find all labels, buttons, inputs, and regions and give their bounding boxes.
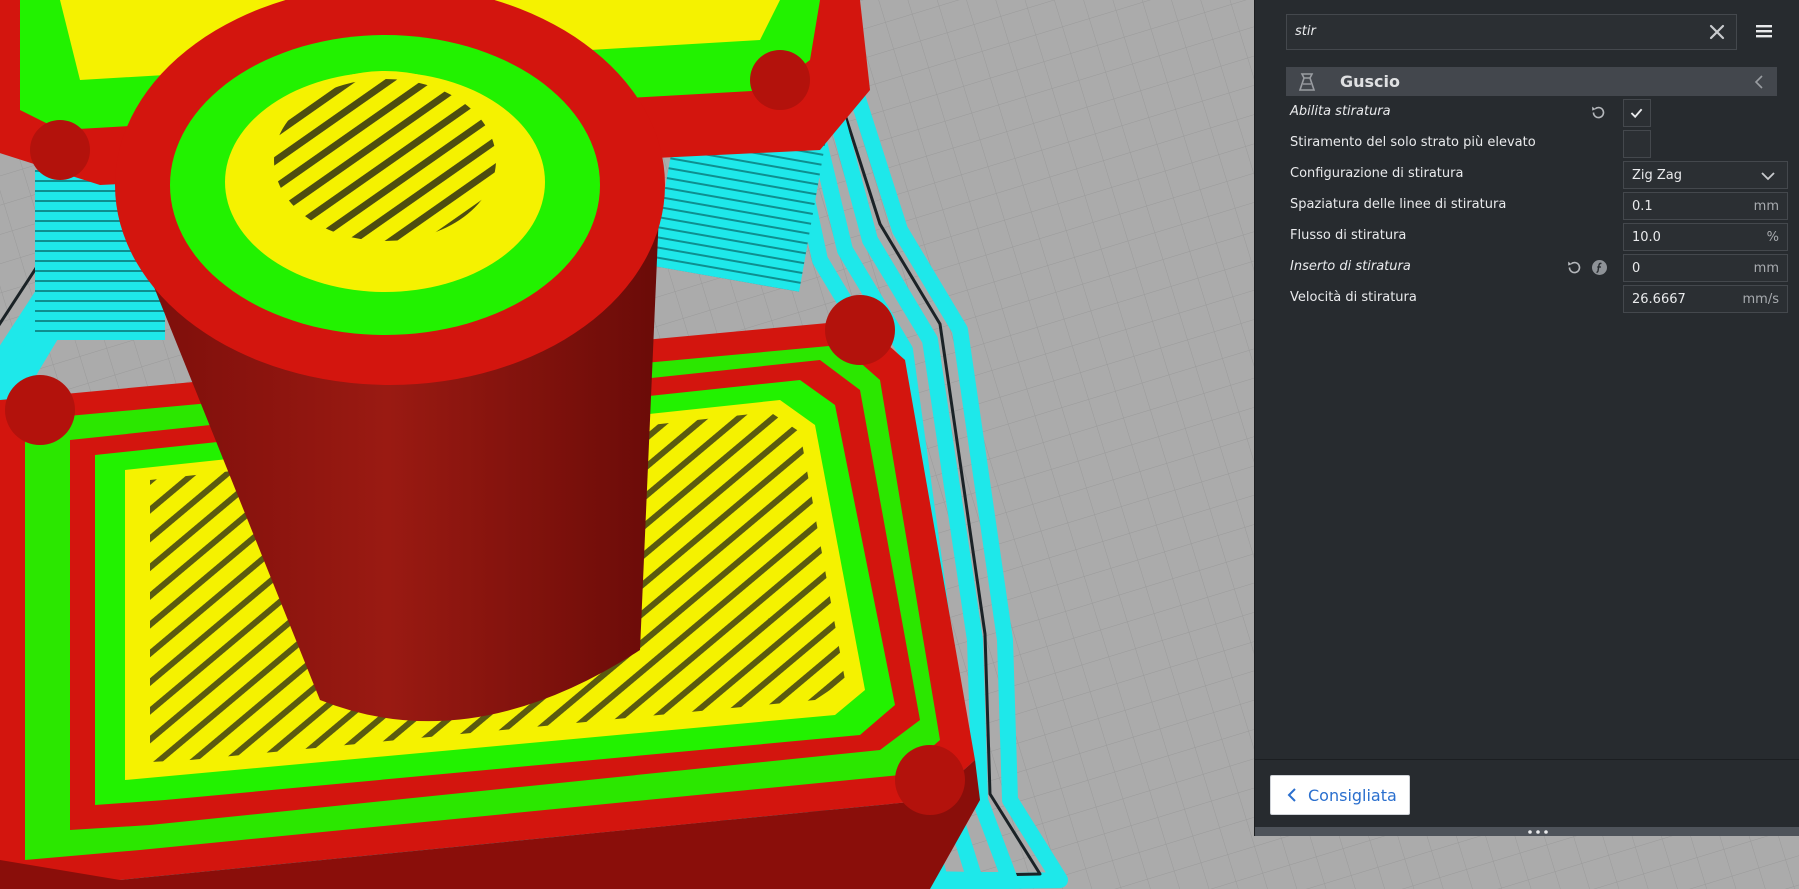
- clear-search-icon[interactable]: [1706, 21, 1728, 43]
- setting-label: Inserto di stiratura: [1290, 259, 1411, 274]
- check-icon: [1630, 108, 1643, 119]
- drag-handle-icon: [1528, 830, 1548, 834]
- setting-row-ironing-inset: Inserto di stiratura 0 mm: [1290, 253, 1788, 282]
- function-info-icon[interactable]: [1591, 259, 1608, 276]
- chevron-left-icon[interactable]: [1753, 75, 1765, 89]
- field-unit: %: [1766, 230, 1779, 245]
- setting-row-ironing-speed: Velocità di stiratura 26.6667 mm/s: [1290, 284, 1788, 313]
- shell-icon: [1298, 73, 1316, 91]
- setting-label: Configurazione di stiratura: [1290, 166, 1464, 181]
- field-value: 0: [1632, 261, 1641, 276]
- ironing-pattern-select[interactable]: Zig Zag: [1623, 161, 1788, 189]
- recommended-mode-button[interactable]: Consigliata: [1270, 775, 1410, 815]
- panel-divider: [1255, 759, 1799, 760]
- category-header-shell[interactable]: Guscio: [1286, 67, 1777, 96]
- field-unit: mm: [1753, 261, 1779, 276]
- settings-menu-icon[interactable]: [1753, 20, 1775, 42]
- field-value: 26.6667: [1632, 292, 1686, 307]
- setting-label: Abilita stiratura: [1290, 104, 1391, 119]
- setting-label: Spaziatura delle linee di stiratura: [1290, 197, 1507, 212]
- settings-search-input[interactable]: stir: [1286, 14, 1737, 50]
- ironing-flow-input[interactable]: 10.0 %: [1623, 223, 1788, 251]
- reset-icon[interactable]: [1566, 259, 1583, 276]
- select-value: Zig Zag: [1632, 168, 1683, 183]
- setting-row-ironing-pattern: Configurazione di stiratura Zig Zag: [1290, 160, 1788, 189]
- category-label: Guscio: [1340, 72, 1401, 91]
- field-unit: mm: [1753, 199, 1779, 214]
- setting-row-ironing-enabled: Abilita stiratura: [1290, 98, 1780, 127]
- reset-icon[interactable]: [1590, 104, 1607, 121]
- setting-row-ironing-flow: Flusso di stiratura 10.0 %: [1290, 222, 1788, 251]
- field-value: 0.1: [1632, 199, 1653, 214]
- setting-row-ironing-line-spacing: Spaziatura delle linee di stiratura 0.1 …: [1290, 191, 1788, 220]
- setting-row-iron-only-highest-layer: Stiramento del solo strato più elevato: [1290, 129, 1780, 158]
- print-settings-panel: stir Guscio Abilita stiratura Stiramento…: [1254, 0, 1799, 836]
- setting-label: Stiramento del solo strato più elevato: [1290, 135, 1536, 150]
- chevron-down-icon: [1761, 172, 1775, 181]
- ironing-speed-input[interactable]: 26.6667 mm/s: [1623, 285, 1788, 313]
- ironing-line-spacing-input[interactable]: 0.1 mm: [1623, 192, 1788, 220]
- ironing-enabled-checkbox[interactable]: [1623, 99, 1651, 127]
- ironing-inset-input[interactable]: 0 mm: [1623, 254, 1788, 282]
- search-input-value[interactable]: stir: [1295, 24, 1316, 39]
- recommended-button-label: Consigliata: [1308, 786, 1397, 805]
- setting-label: Velocità di stiratura: [1290, 290, 1417, 305]
- iron-only-highest-layer-checkbox[interactable]: [1623, 130, 1651, 158]
- setting-label: Flusso di stiratura: [1290, 228, 1407, 243]
- chevron-left-icon: [1287, 788, 1296, 802]
- field-unit: mm/s: [1742, 292, 1779, 307]
- field-value: 10.0: [1632, 230, 1661, 245]
